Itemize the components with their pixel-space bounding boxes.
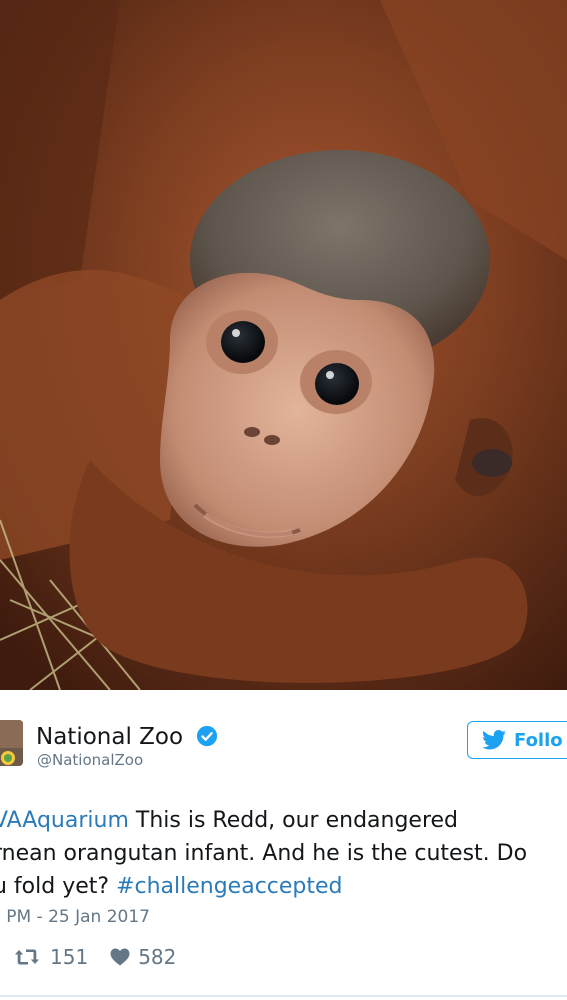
follow-button-label: Follo (514, 729, 563, 751)
tweet-text: VAAquarium This is Redd, our endangered … (0, 804, 567, 903)
author-handle[interactable]: @NationalZoo (37, 751, 143, 769)
verified-badge-icon (196, 725, 218, 747)
divider (0, 995, 567, 997)
author-display-name[interactable]: National Zoo (36, 723, 183, 751)
tweet-text-line: VAAquarium This is Redd, our endangered (0, 804, 567, 837)
retweet-count: 151 (50, 945, 89, 969)
tweet-timestamp[interactable]: 2 PM - 25 Jan 2017 (0, 906, 150, 928)
hashtag-link[interactable]: #challengeaccepted (116, 874, 342, 899)
like-stat[interactable]: 582 (110, 945, 176, 969)
like-count: 582 (138, 945, 177, 969)
tweet-card: National Zoo @NationalZoo Follo VAAquari… (0, 690, 567, 1000)
follow-button[interactable]: Follo (467, 721, 567, 759)
tweet-text-line: rnean orangutan infant. And he is the cu… (0, 841, 528, 866)
heart-icon (110, 948, 130, 966)
tweet-stats: 151 582 (14, 945, 198, 969)
tweet-text-line: u fold yet? #challengeaccepted (0, 874, 343, 899)
retweet-stat[interactable]: 151 (14, 945, 88, 969)
orangutan-infant-photo (0, 0, 567, 690)
retweet-icon (15, 949, 39, 965)
avatar[interactable] (0, 720, 23, 766)
mention-link[interactable]: VAAquarium (0, 808, 129, 833)
tweet-photo[interactable] (0, 0, 567, 690)
twitter-bird-icon (482, 730, 506, 750)
